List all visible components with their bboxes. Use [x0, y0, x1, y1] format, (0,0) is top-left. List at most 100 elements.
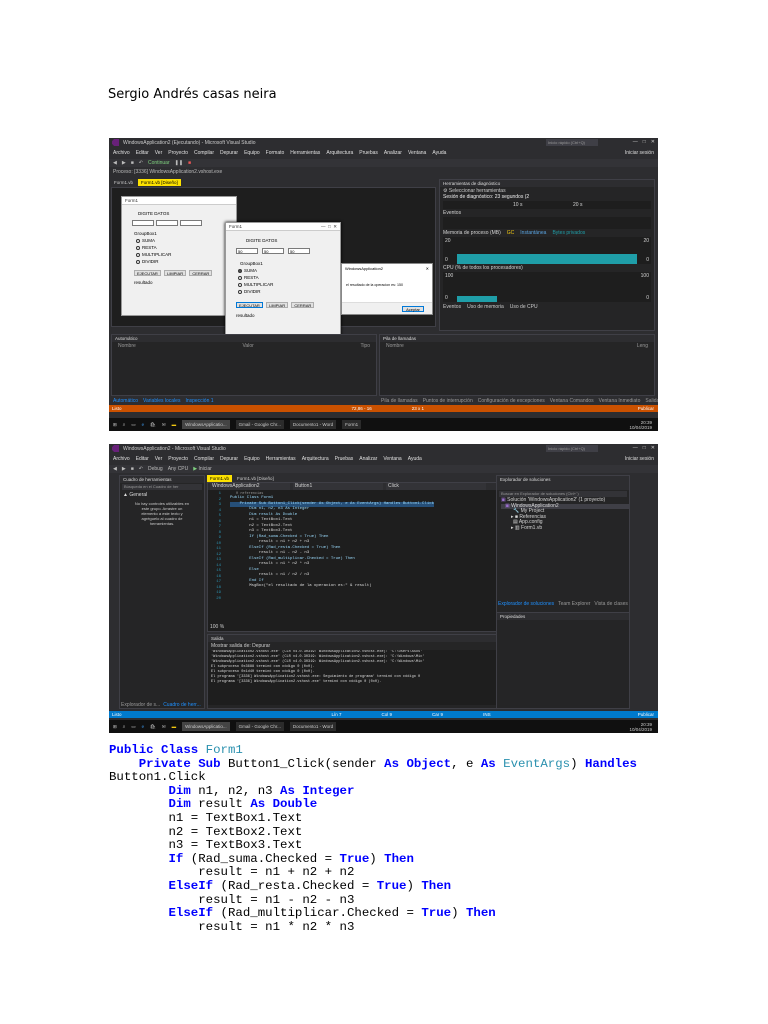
- maximize-icon[interactable]: □: [643, 445, 646, 451]
- windows-start-icon[interactable]: ⊞: [113, 724, 117, 730]
- tab-form1-vb[interactable]: Form1.vb: [111, 179, 137, 186]
- textbox-3[interactable]: 50: [288, 248, 310, 254]
- windows-start-icon[interactable]: ⊞: [113, 422, 117, 428]
- menu-item-6[interactable]: Equipo: [244, 150, 260, 156]
- radio-resta[interactable]: RESTA: [136, 245, 236, 250]
- menu-item-7[interactable]: Formato: [266, 150, 285, 156]
- bottom-tab-right-3[interactable]: Ventana Comandos: [550, 398, 594, 404]
- minimize-icon[interactable]: —: [633, 139, 638, 145]
- configuration-select[interactable]: Debug: [148, 466, 163, 472]
- tab-toolbox-left[interactable]: Cuadro de herr...: [163, 702, 201, 708]
- bottom-tab-right-0[interactable]: Pila de llamadas: [381, 398, 418, 404]
- cerrar-button[interactable]: CERRAR: [291, 302, 315, 308]
- nav-object-select[interactable]: Button1: [293, 483, 383, 490]
- taskbar-app-word[interactable]: Documento1 - Word: [289, 722, 337, 731]
- zoom-level[interactable]: 100 %: [210, 624, 224, 630]
- menu-item-0[interactable]: Archivo: [113, 150, 130, 156]
- menu-item-8[interactable]: Arquitectura: [302, 456, 329, 462]
- aceptar-button[interactable]: Aceptar: [402, 306, 424, 312]
- save-icon[interactable]: ■: [131, 160, 134, 166]
- output-source-select[interactable]: Mostrar salida de: Depurar: [208, 642, 496, 650]
- explorer-icon[interactable]: ▬: [172, 724, 177, 729]
- pause-icon[interactable]: ❚❚: [175, 160, 183, 166]
- limpiar-button[interactable]: LIMPIAR: [266, 302, 289, 308]
- textbox-3[interactable]: [180, 220, 202, 226]
- tab-form1-design[interactable]: Form1.vb [Diseño]: [234, 475, 277, 482]
- mail-icon[interactable]: ✉: [162, 724, 166, 730]
- cerrar-button[interactable]: CERRAR: [189, 270, 213, 276]
- process-select[interactable]: Proceso: [3336] WindowsApplication2.vsho…: [113, 169, 222, 175]
- quick-launch-input[interactable]: Inicio rápido (Ctrl+Q): [546, 139, 598, 146]
- task-view-icon[interactable]: ▭: [131, 422, 135, 428]
- menu-item-2[interactable]: Ver: [155, 150, 163, 156]
- minimize-icon[interactable]: —: [633, 445, 638, 451]
- menu-item-0[interactable]: Archivo: [113, 456, 130, 462]
- tab-form1-design[interactable]: Form1.vb [Diseño]: [138, 179, 181, 186]
- forward-icon[interactable]: ▶: [122, 466, 126, 472]
- radio-dividir[interactable]: DIVIDIR: [136, 259, 236, 264]
- sign-in-link[interactable]: Iniciar sesión: [625, 150, 654, 156]
- menu-item-12[interactable]: Ayuda: [408, 456, 422, 462]
- continue-button[interactable]: Continuar: [148, 160, 170, 166]
- sign-in-link[interactable]: Iniciar sesión: [625, 456, 654, 462]
- taskbar-app-chrome[interactable]: Gmail - Google Chr...: [235, 722, 284, 731]
- toolbox-search[interactable]: Búsqueda en el Cuadro de her: [122, 484, 202, 490]
- menu-item-11[interactable]: Ventana: [383, 456, 401, 462]
- menu-item-4[interactable]: Compilar: [194, 456, 214, 462]
- quick-launch-input[interactable]: Inicio rápido (Ctrl+Q): [546, 445, 598, 452]
- menu-item-5[interactable]: Depurar: [220, 150, 238, 156]
- edge-icon[interactable]: e: [142, 724, 145, 729]
- menu-item-1[interactable]: Editar: [136, 456, 149, 462]
- tab-solution-explorer[interactable]: Explorador de soluciones: [498, 601, 554, 607]
- diagnostics-tab-1[interactable]: Uso de memoria: [467, 304, 504, 310]
- bottom-tab-right-4[interactable]: Ventana Inmediato: [599, 398, 641, 404]
- undo-icon[interactable]: ↶: [139, 160, 143, 166]
- close-icon[interactable]: ✕: [651, 139, 655, 145]
- ejecutar-button[interactable]: EJECUTAR: [236, 302, 263, 308]
- taskbar-app-chrome[interactable]: Gmail - Google Chr...: [235, 420, 284, 429]
- tree-form1[interactable]: ▸ ▥ Form1.vb: [501, 525, 629, 532]
- menu-item-3[interactable]: Proyecto: [168, 150, 188, 156]
- publish-button[interactable]: Publicar: [638, 711, 658, 718]
- menu-item-9[interactable]: Pruebas: [335, 456, 354, 462]
- menu-item-13[interactable]: Ayuda: [432, 150, 446, 156]
- taskbar-app-form1[interactable]: Form1: [342, 420, 362, 429]
- save-icon[interactable]: ■: [131, 466, 134, 472]
- diagnostics-tab-2[interactable]: Uso de CPU: [510, 304, 538, 310]
- taskbar-app-word[interactable]: Documento1 - Word: [289, 420, 337, 429]
- textbox-2[interactable]: [156, 220, 178, 226]
- menu-item-9[interactable]: Arquitectura: [326, 150, 353, 156]
- close-icon[interactable]: ✕: [651, 445, 655, 451]
- taskbar-app-vs[interactable]: WindowsApplicatio...: [182, 420, 230, 429]
- radio-multiplicar[interactable]: MULTIPLICAR: [136, 252, 236, 257]
- limpiar-button[interactable]: LIMPIAR: [164, 270, 187, 276]
- bottom-tab-right-2[interactable]: Configuración de excepciones: [478, 398, 545, 404]
- tab-class-view[interactable]: Vista de clases: [594, 601, 628, 607]
- stop-icon[interactable]: ■: [188, 160, 191, 166]
- menu-item-7[interactable]: Herramientas: [266, 456, 296, 462]
- platform-select[interactable]: Any CPU: [168, 466, 189, 472]
- menu-item-4[interactable]: Compilar: [194, 150, 214, 156]
- explorer-icon[interactable]: ▬: [172, 422, 177, 427]
- code-editor[interactable]: WindowsApplication2 Button1 Click 123456…: [207, 482, 497, 632]
- radio-resta[interactable]: RESTA: [238, 275, 340, 280]
- menu-item-2[interactable]: Ver: [155, 456, 163, 462]
- undo-icon[interactable]: ↶: [139, 466, 143, 472]
- menu-item-3[interactable]: Proyecto: [168, 456, 188, 462]
- form-window-controls[interactable]: — □ ✕: [321, 223, 340, 231]
- close-icon[interactable]: ✕: [426, 266, 429, 271]
- back-icon[interactable]: ◀: [113, 466, 117, 472]
- tab-form1-vb[interactable]: Form1.vb: [207, 475, 233, 482]
- search-icon[interactable]: ⌕: [123, 724, 126, 729]
- select-tools[interactable]: ⚙ Seleccionar herramientas: [440, 187, 654, 194]
- bottom-tab-right-5[interactable]: Salida: [645, 398, 658, 404]
- menu-item-1[interactable]: Editar: [136, 150, 149, 156]
- tab-team-explorer[interactable]: Team Explorer: [558, 601, 590, 607]
- forward-icon[interactable]: ▶: [122, 160, 126, 166]
- radio-dividir[interactable]: DIVIDIR: [238, 289, 340, 294]
- menu-item-6[interactable]: Equipo: [244, 456, 260, 462]
- start-button[interactable]: ▶ Iniciar: [193, 466, 212, 472]
- nav-project-select[interactable]: WindowsApplication2: [210, 483, 290, 490]
- textbox-1[interactable]: [132, 220, 154, 226]
- radio-multiplicar[interactable]: MULTIPLICAR: [238, 282, 340, 287]
